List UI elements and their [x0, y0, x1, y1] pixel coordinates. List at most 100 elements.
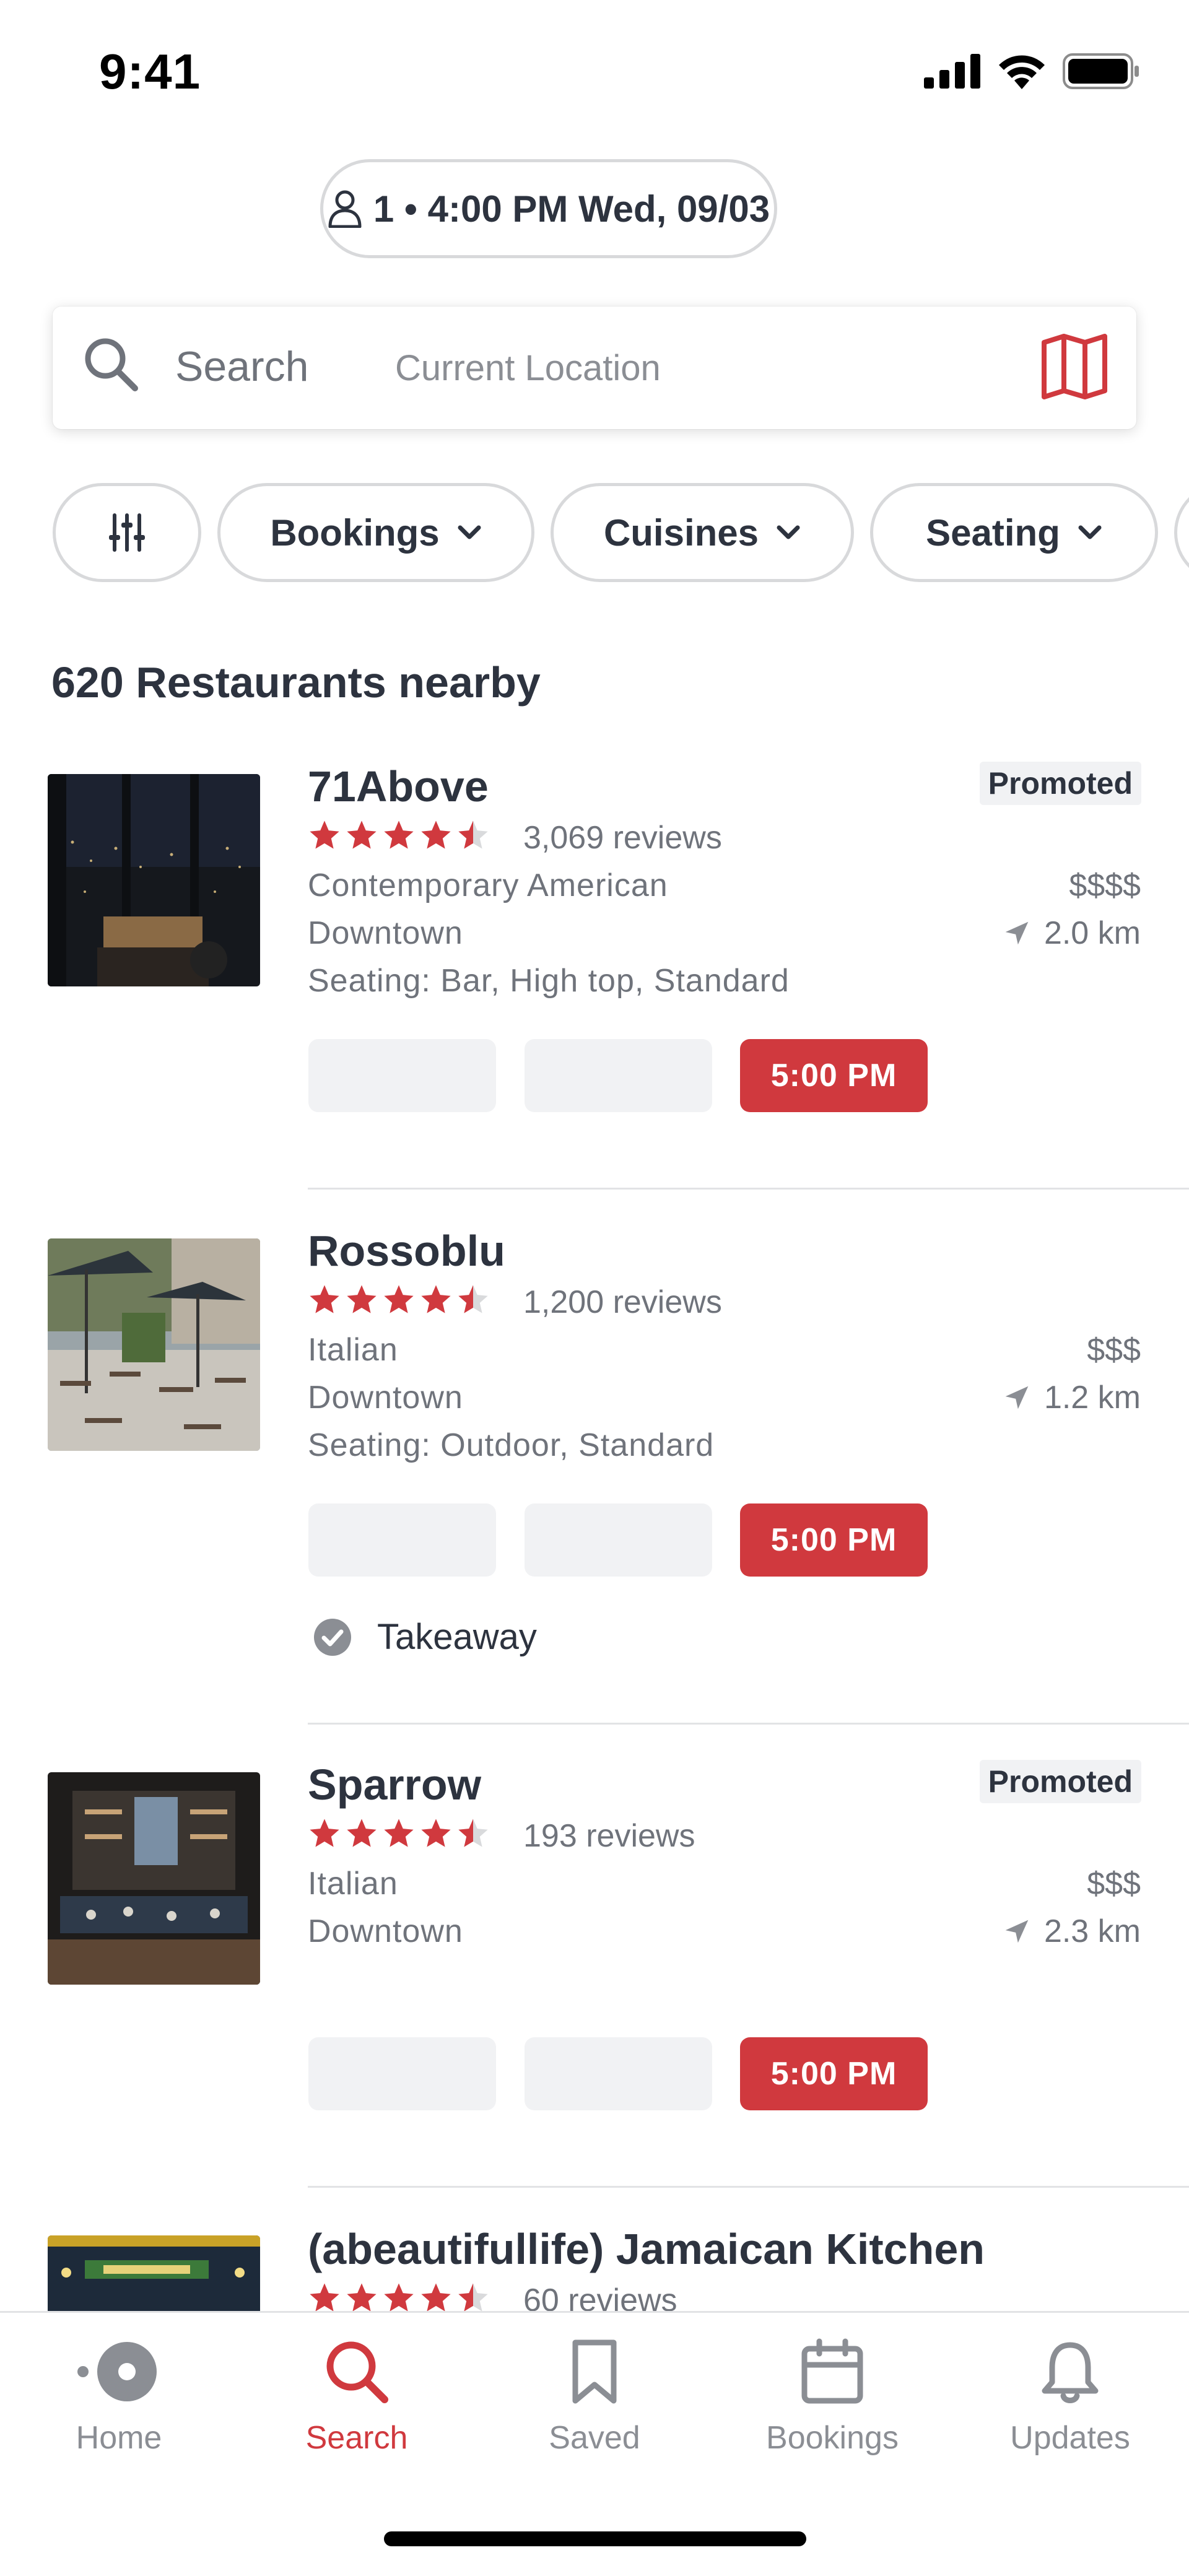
seating-info: Seating: Bar, High top, Standard: [308, 963, 790, 999]
tab-bookings-label: Bookings: [766, 2420, 899, 2456]
time-slot-button[interactable]: 5:00 PM: [740, 1039, 928, 1112]
tab-saved[interactable]: Saved: [476, 2338, 713, 2456]
cuisine: Contemporary American: [308, 868, 668, 903]
search-bar[interactable]: Search Current Location: [53, 307, 1136, 429]
tab-home[interactable]: Home: [0, 2338, 238, 2456]
price-range: $$$: [1087, 1332, 1141, 1368]
search-location: Current Location: [395, 348, 661, 388]
star-icon: [347, 820, 377, 849]
half-star-icon: [458, 2283, 488, 2312]
tab-updates[interactable]: Updates: [951, 2338, 1189, 2456]
bell-icon: [1042, 2342, 1099, 2403]
search-icon: [326, 2341, 388, 2403]
promoted-badge: Promoted: [979, 762, 1141, 805]
neighborhood: Downtown: [308, 1913, 463, 1949]
takeaway-tag: Takeaway: [313, 1616, 537, 1658]
time-slot-placeholder: [308, 1503, 496, 1577]
status-time: 9:41: [99, 44, 201, 99]
review-count: 3,069 reviews: [523, 820, 722, 856]
restaurant-name[interactable]: (abeautifullife) Jamaican Kitchen: [308, 2224, 985, 2274]
distance-value: 1.2 km: [1043, 1380, 1141, 1416]
price-range: $$$: [1087, 1866, 1141, 1902]
distance-value: 2.0 km: [1043, 915, 1141, 951]
review-count: 1,200 reviews: [523, 1284, 722, 1320]
half-star-icon: [458, 820, 488, 849]
star-icon: [347, 2283, 377, 2312]
home-icon: [77, 2342, 157, 2401]
divider: [308, 2186, 1189, 2188]
tab-updates-label: Updates: [1010, 2420, 1130, 2456]
star-icon: [421, 1819, 451, 1847]
time-slot-placeholder: [525, 1039, 712, 1112]
distance-value: 2.3 km: [1043, 1913, 1141, 1949]
time-slot-placeholder: [308, 2037, 496, 2110]
time-slot-placeholder: [308, 1039, 496, 1112]
star-icon: [310, 1285, 339, 1313]
half-star-icon: [458, 1819, 488, 1847]
cuisine: Italian: [308, 1866, 398, 1902]
filter-seating[interactable]: Seating: [870, 483, 1158, 582]
map-icon[interactable]: [1040, 334, 1108, 399]
star-icon: [384, 2283, 414, 2312]
star-icon: [421, 2283, 451, 2312]
restaurant-name[interactable]: Rossoblu: [308, 1226, 505, 1276]
tab-saved-label: Saved: [549, 2420, 640, 2456]
distance: 2.3 km: [1003, 1913, 1141, 1950]
half-star-icon: [458, 1285, 488, 1313]
neighborhood: Downtown: [308, 915, 463, 951]
time-slot-placeholder: [525, 1503, 712, 1577]
calendar-icon: [801, 2338, 863, 2404]
time-slot-button[interactable]: 5:00 PM: [740, 1503, 928, 1577]
star-icon: [347, 1285, 377, 1313]
cuisine: Italian: [308, 1332, 398, 1368]
tab-home-label: Home: [76, 2420, 162, 2456]
filter-bookings[interactable]: Bookings: [217, 483, 534, 582]
filter-cuisines[interactable]: Cuisines: [551, 483, 854, 582]
tab-bookings[interactable]: Bookings: [713, 2338, 951, 2456]
signal-icon: [924, 54, 980, 89]
filter-chips: Bookings Cuisines Seating: [53, 483, 1189, 582]
seating-info: Seating: Outdoor, Standard: [308, 1427, 715, 1463]
search-label: Search: [175, 343, 309, 390]
filter-more[interactable]: [1174, 483, 1189, 582]
star-rating: [308, 819, 490, 852]
time-slot-button[interactable]: 5:00 PM: [740, 2037, 928, 2110]
star-rating: [308, 1283, 490, 1316]
star-icon: [347, 1819, 377, 1847]
home-indicator[interactable]: [384, 2531, 806, 2546]
restaurant-photo[interactable]: [48, 1238, 260, 1451]
party-time-label: 1 • 4:00 PM Wed, 09/03: [373, 188, 770, 230]
filter-seating-label: Seating: [926, 511, 1060, 554]
filter-cuisines-label: Cuisines: [603, 511, 759, 554]
status-icons: [924, 53, 1139, 89]
restaurant-name[interactable]: 71Above: [308, 762, 489, 811]
location-arrow-icon: [1005, 921, 1029, 945]
star-icon: [310, 820, 339, 849]
chevron-down-icon: [777, 525, 800, 539]
location-arrow-icon: [1005, 1386, 1029, 1409]
promoted-badge: Promoted: [979, 1760, 1141, 1803]
star-icon: [310, 1819, 339, 1847]
star-icon: [384, 1819, 414, 1847]
check-circle-icon: [314, 1618, 351, 1656]
party-time-selector[interactable]: 1 • 4:00 PM Wed, 09/03: [320, 159, 777, 258]
filters-button[interactable]: [53, 483, 201, 582]
chevron-down-icon: [458, 525, 481, 539]
location-arrow-icon: [1005, 1920, 1029, 1943]
price-range: $$$$: [1069, 868, 1141, 903]
star-icon: [421, 1285, 451, 1313]
star-rating: [308, 2281, 490, 2315]
takeaway-label: Takeaway: [377, 1617, 537, 1657]
neighborhood: Downtown: [308, 1380, 463, 1416]
divider: [308, 1188, 1189, 1190]
chevron-down-icon: [1078, 525, 1102, 539]
star-icon: [421, 820, 451, 849]
sliders-icon: [109, 513, 145, 552]
tab-search[interactable]: Search: [238, 2338, 476, 2456]
restaurant-photo[interactable]: [48, 774, 260, 986]
restaurant-name[interactable]: Sparrow: [308, 1760, 481, 1809]
star-rating: [308, 1817, 490, 1850]
status-bar: 9:41: [0, 0, 1189, 142]
star-icon: [384, 820, 414, 849]
restaurant-photo[interactable]: [48, 1772, 260, 1985]
